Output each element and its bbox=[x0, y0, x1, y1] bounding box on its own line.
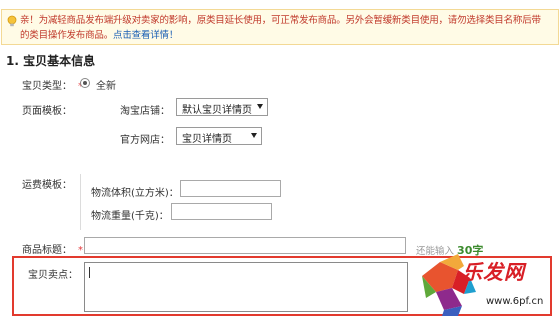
notice-line-2: 的类目操作发布商品。 bbox=[20, 30, 114, 41]
page-template-label: 页面模板： bbox=[22, 106, 72, 117]
title-label: 商品标题： * bbox=[22, 241, 83, 256]
item-type-label: 宝贝类型：* bbox=[22, 77, 83, 92]
weight-label: 物流重量(千克)： bbox=[91, 211, 169, 222]
item-type-label-text: 宝贝类型： bbox=[22, 81, 72, 92]
weight-input[interactable] bbox=[171, 203, 272, 220]
official-store-select[interactable]: 宝贝详情页 bbox=[176, 127, 262, 145]
official-store-select-value: 宝贝详情页 bbox=[182, 134, 232, 145]
volume-label: 物流体积(立方米)： bbox=[91, 188, 179, 199]
title-input[interactable] bbox=[84, 237, 406, 254]
official-store-label: 官方网店： bbox=[120, 135, 170, 146]
volume-input[interactable] bbox=[180, 180, 281, 197]
selling-point-label: 宝贝卖点： bbox=[28, 270, 78, 281]
shipping-template-label: 运费模板： bbox=[22, 180, 72, 191]
notice-line-1: 亲！为减轻商品发布端升级对卖家的影响，原类目延长使用，可正常发布商品。另外会暂缓… bbox=[20, 15, 541, 26]
notice-details-link[interactable]: 点击查看详情！ bbox=[113, 30, 178, 41]
lightbulb-icon bbox=[7, 15, 17, 27]
watermark-url: www.6pf.cn bbox=[486, 296, 544, 307]
section-title: 1. 宝贝基本信息 bbox=[6, 54, 96, 68]
taobao-store-select[interactable]: 默认宝贝详情页 bbox=[176, 98, 268, 116]
taobao-store-label: 淘宝店铺： bbox=[120, 106, 170, 117]
notice-banner: 亲！为减轻商品发布端升级对卖家的影响，原类目延长使用，可正常发布商品。另外会暂缓… bbox=[1, 9, 559, 45]
chevron-down-icon bbox=[257, 104, 263, 109]
watermark-text: 乐发网 bbox=[462, 260, 525, 284]
item-type-new-label: 全新 bbox=[96, 81, 116, 92]
taobao-store-select-value: 默认宝贝详情页 bbox=[182, 105, 252, 116]
text-caret bbox=[89, 267, 90, 278]
notice-text: 亲！为减轻商品发布端升级对卖家的影响，原类目延长使用，可正常发布商品。另外会暂缓… bbox=[20, 13, 558, 43]
title-label-text: 商品标题： bbox=[22, 245, 72, 256]
chevron-down-icon bbox=[251, 133, 257, 138]
item-type-new-radio[interactable] bbox=[80, 78, 90, 88]
required-mark: * bbox=[78, 245, 83, 256]
selling-point-textarea[interactable] bbox=[84, 262, 408, 312]
